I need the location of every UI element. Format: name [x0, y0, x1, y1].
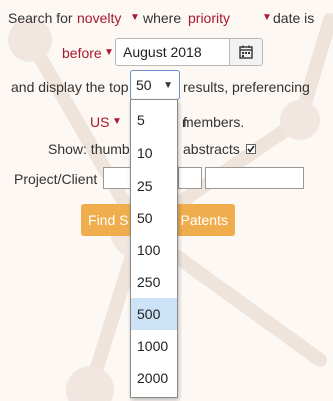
abstracts-label: abstracts	[183, 141, 240, 157]
client-input[interactable]	[178, 167, 202, 189]
abstracts-checkbox[interactable]	[246, 144, 256, 154]
show-thumbnails-label: Show: thumb	[48, 141, 130, 157]
caret-down-icon[interactable]: ▼	[104, 47, 114, 58]
caret-down-icon[interactable]: ▼	[112, 116, 122, 127]
dropdown-option[interactable]: 100	[131, 234, 177, 266]
client-secondary-input[interactable]	[205, 167, 304, 189]
comparator-select[interactable]: before	[62, 44, 102, 62]
display-top-label: and display the top	[11, 79, 129, 95]
dropdown-option[interactable]: 5	[131, 104, 177, 136]
sort-select-value: novelty	[77, 10, 122, 26]
project-client-label: Project/Client	[14, 171, 98, 187]
dropdown-option-selected[interactable]: 500	[131, 298, 177, 330]
dropdown-option[interactable]: 25	[131, 170, 177, 202]
result-count-value: 50	[136, 77, 152, 93]
sort-select[interactable]: novelty	[77, 9, 121, 27]
preferencing-label: results, preferencing	[183, 79, 310, 95]
project-input[interactable]	[103, 167, 131, 189]
date-field-select-value: priority	[188, 10, 231, 26]
dropdown-option[interactable]: 1000	[131, 330, 177, 362]
comparator-select-value: before	[62, 45, 102, 61]
date-input-value: August 2018	[123, 44, 202, 60]
result-count-dropdown[interactable]: 5 10 25 50 100 250 500 1000 2000	[130, 99, 178, 398]
check-icon	[247, 145, 255, 153]
result-count-select[interactable]: 50 ▼	[130, 70, 180, 100]
date-is-label: date is	[273, 10, 315, 26]
members-label: members.	[182, 114, 245, 130]
caret-down-icon: ▼	[163, 80, 173, 91]
find-button-label-right: Patents	[180, 212, 228, 228]
find-button-label-left: Find S	[88, 212, 129, 228]
caret-down-icon[interactable]: ▼	[262, 12, 272, 23]
country-select-value: US	[90, 114, 110, 130]
dropdown-option[interactable]: 10	[131, 137, 177, 169]
date-field-select[interactable]: priority	[188, 9, 230, 27]
calendar-button[interactable]	[229, 39, 262, 65]
calendar-icon	[239, 45, 253, 59]
caret-down-icon[interactable]: ▼	[130, 12, 140, 23]
country-select[interactable]: US	[90, 113, 109, 131]
date-input[interactable]: August 2018	[115, 38, 263, 66]
dropdown-option[interactable]: 2000	[131, 362, 177, 394]
search-for-label: Search for	[8, 10, 73, 26]
dropdown-option[interactable]: 50	[131, 202, 177, 234]
where-label: where	[143, 10, 182, 26]
dropdown-option[interactable]: 250	[131, 266, 177, 298]
